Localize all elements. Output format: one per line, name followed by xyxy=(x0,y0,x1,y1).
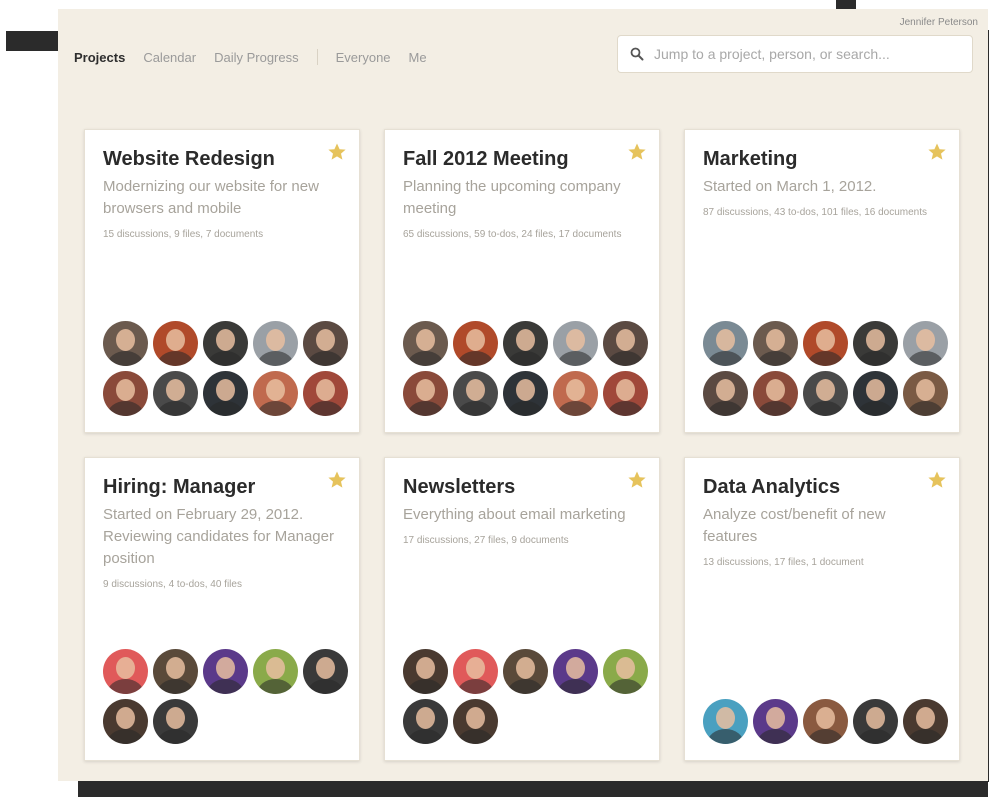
member-avatar[interactable] xyxy=(153,649,198,694)
member-avatar[interactable] xyxy=(303,371,348,416)
member-avatar[interactable] xyxy=(553,649,598,694)
project-description: Everything about email marketing xyxy=(403,506,626,523)
project-members xyxy=(103,649,348,744)
star-icon[interactable] xyxy=(927,142,947,162)
member-avatar[interactable] xyxy=(753,321,798,366)
star-icon[interactable] xyxy=(327,142,347,162)
member-avatar[interactable] xyxy=(803,371,848,416)
member-avatar[interactable] xyxy=(853,371,898,416)
project-card-marketing[interactable]: Marketing Started on March 1, 2012. 87 d… xyxy=(684,129,960,433)
member-avatar[interactable] xyxy=(403,699,448,744)
member-avatar[interactable] xyxy=(453,699,498,744)
nav-divider xyxy=(316,49,318,65)
member-avatar[interactable] xyxy=(153,321,198,366)
search-box[interactable] xyxy=(617,35,973,73)
member-avatar[interactable] xyxy=(803,321,848,366)
member-avatar[interactable] xyxy=(803,699,848,744)
member-avatar[interactable] xyxy=(503,321,548,366)
project-members xyxy=(403,649,648,744)
project-title: Marketing xyxy=(703,148,798,170)
member-avatar[interactable] xyxy=(203,321,248,366)
member-avatar[interactable] xyxy=(553,321,598,366)
member-avatar[interactable] xyxy=(403,649,448,694)
project-card-newsletters[interactable]: Newsletters Everything about email marke… xyxy=(384,457,660,761)
member-avatar[interactable] xyxy=(103,649,148,694)
star-icon[interactable] xyxy=(627,142,647,162)
member-avatar[interactable] xyxy=(903,699,948,744)
top-nav: Projects Calendar Daily Progress Everyon… xyxy=(74,49,445,65)
project-meta: 17 discussions, 27 files, 9 documents xyxy=(403,535,569,546)
nav-everyone[interactable]: Everyone xyxy=(336,50,391,65)
project-title: Website Redesign xyxy=(103,148,275,170)
member-avatar[interactable] xyxy=(603,371,648,416)
member-avatar[interactable] xyxy=(203,371,248,416)
member-avatar[interactable] xyxy=(253,371,298,416)
project-card-hiring-manager[interactable]: Hiring: Manager Started on February 29, … xyxy=(84,457,360,761)
project-members xyxy=(703,699,948,744)
member-avatar[interactable] xyxy=(453,649,498,694)
project-members xyxy=(703,321,948,416)
member-avatar[interactable] xyxy=(553,371,598,416)
project-members xyxy=(403,321,648,416)
member-avatar[interactable] xyxy=(753,371,798,416)
project-title: Newsletters xyxy=(403,476,516,498)
user-name[interactable]: Jennifer Peterson xyxy=(900,17,978,28)
search-icon xyxy=(630,47,644,61)
member-avatar[interactable] xyxy=(503,649,548,694)
member-avatar[interactable] xyxy=(603,649,648,694)
project-card-data-analytics[interactable]: Data Analytics Analyze cost/benefit of n… xyxy=(684,457,960,761)
project-description: Planning the upcoming company meeting xyxy=(403,178,621,217)
member-avatar[interactable] xyxy=(153,699,198,744)
member-avatar[interactable] xyxy=(453,321,498,366)
member-avatar[interactable] xyxy=(153,371,198,416)
member-avatar[interactable] xyxy=(253,649,298,694)
member-avatar[interactable] xyxy=(903,321,948,366)
project-meta: 65 discussions, 59 to-dos, 24 files, 17 … xyxy=(403,229,622,240)
project-description: Modernizing our website for new browsers… xyxy=(103,178,319,217)
nav-projects[interactable]: Projects xyxy=(74,50,125,65)
member-avatar[interactable] xyxy=(703,371,748,416)
member-avatar[interactable] xyxy=(503,371,548,416)
member-avatar[interactable] xyxy=(303,321,348,366)
nav-calendar[interactable]: Calendar xyxy=(143,50,196,65)
member-avatar[interactable] xyxy=(703,321,748,366)
nav-daily-progress[interactable]: Daily Progress xyxy=(214,50,299,65)
project-meta: 13 discussions, 17 files, 1 document xyxy=(703,557,864,568)
project-card-website-redesign[interactable]: Website Redesign Modernizing our website… xyxy=(84,129,360,433)
star-icon[interactable] xyxy=(327,470,347,490)
decorative-bar xyxy=(78,781,988,797)
project-card-fall-2012-meeting[interactable]: Fall 2012 Meeting Planning the upcoming … xyxy=(384,129,660,433)
project-description: Started on February 29, 2012. Reviewing … xyxy=(103,506,334,567)
member-avatar[interactable] xyxy=(103,699,148,744)
project-title: Fall 2012 Meeting xyxy=(403,148,569,170)
nav-me[interactable]: Me xyxy=(409,50,427,65)
member-avatar[interactable] xyxy=(103,321,148,366)
member-avatar[interactable] xyxy=(603,321,648,366)
project-title: Hiring: Manager xyxy=(103,476,256,498)
project-meta: 9 discussions, 4 to-dos, 40 files xyxy=(103,579,242,590)
star-icon[interactable] xyxy=(627,470,647,490)
member-avatar[interactable] xyxy=(403,371,448,416)
member-avatar[interactable] xyxy=(853,321,898,366)
member-avatar[interactable] xyxy=(203,649,248,694)
member-avatar[interactable] xyxy=(103,371,148,416)
member-avatar[interactable] xyxy=(703,699,748,744)
project-title: Data Analytics xyxy=(703,476,841,498)
project-meta: 15 discussions, 9 files, 7 documents xyxy=(103,229,264,240)
member-avatar[interactable] xyxy=(253,321,298,366)
project-description: Started on March 1, 2012. xyxy=(703,178,877,195)
member-avatar[interactable] xyxy=(453,371,498,416)
member-avatar[interactable] xyxy=(303,649,348,694)
project-meta: 87 discussions, 43 to-dos, 101 files, 16… xyxy=(703,207,928,218)
star-icon[interactable] xyxy=(927,470,947,490)
project-description: Analyze cost/benefit of new features xyxy=(703,506,886,545)
member-avatar[interactable] xyxy=(903,371,948,416)
project-members xyxy=(103,321,348,416)
member-avatar[interactable] xyxy=(403,321,448,366)
member-avatar[interactable] xyxy=(753,699,798,744)
search-input[interactable] xyxy=(652,45,972,63)
member-avatar[interactable] xyxy=(853,699,898,744)
app-window: Jennifer Peterson Projects Calendar Dail… xyxy=(58,9,988,781)
